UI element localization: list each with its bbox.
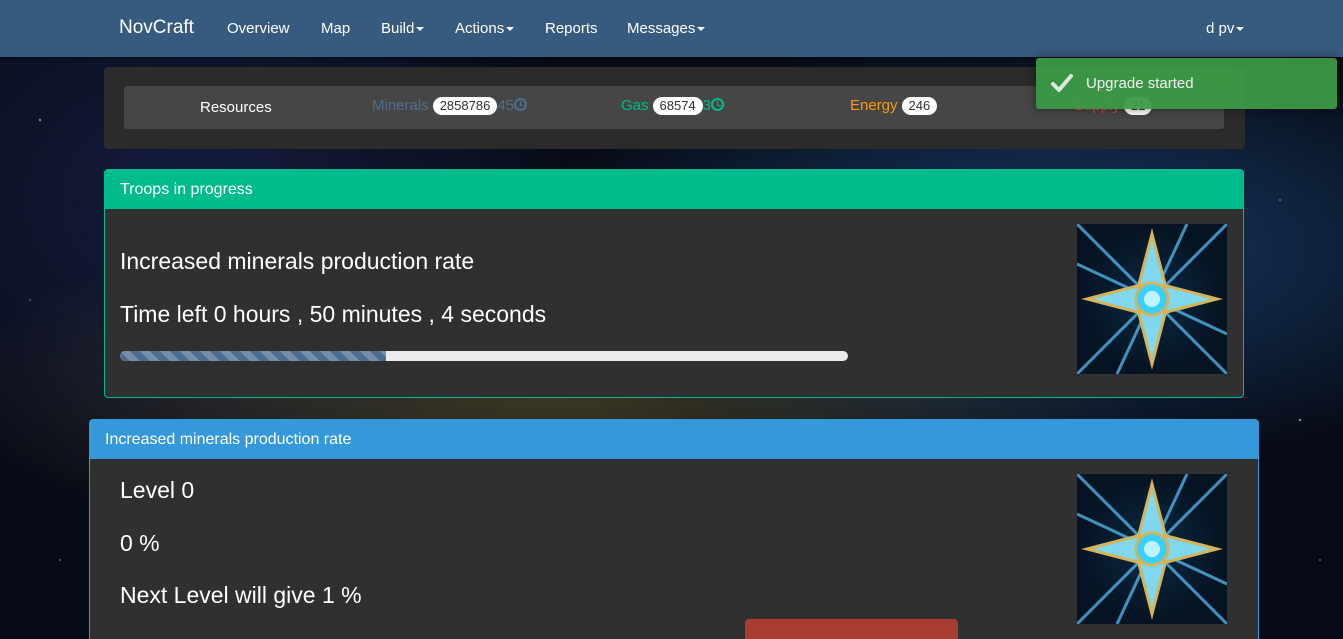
brand-logo[interactable]: NovCraft bbox=[119, 17, 194, 39]
troops-item-title: Increased minerals production rate bbox=[120, 248, 475, 274]
gas-resource: Gas 68574 3 bbox=[621, 97, 725, 115]
gas-badge: 68574 bbox=[652, 97, 703, 115]
clock-icon bbox=[711, 98, 725, 111]
clock-icon bbox=[514, 98, 527, 111]
mineral-upgrade-icon bbox=[1077, 224, 1227, 374]
nav-overview[interactable]: Overview bbox=[227, 20, 290, 37]
caret-down-icon bbox=[416, 27, 425, 32]
next-level-text: Next Level will give 1 % bbox=[120, 582, 362, 608]
upgrade-button[interactable] bbox=[745, 619, 958, 639]
progress-bar-fill bbox=[120, 351, 386, 361]
minerals-rate: 45 bbox=[497, 97, 514, 114]
upgrade-progress-bar bbox=[120, 351, 848, 361]
resources-title: Resources bbox=[200, 99, 272, 116]
toast-message: Upgrade started bbox=[1086, 75, 1194, 92]
check-icon bbox=[1051, 74, 1073, 92]
nav-reports[interactable]: Reports bbox=[545, 20, 598, 37]
time-left-text: Time left 0 hours , 50 minutes , 4 secon… bbox=[120, 301, 547, 327]
energy-resource: Energy 246 bbox=[850, 97, 938, 115]
troops-panel: Troops in progress bbox=[104, 169, 1244, 398]
nav-actions-label: Actions bbox=[455, 20, 505, 37]
nav-build-label: Build bbox=[381, 20, 415, 37]
top-navbar: NovCraft Overview Map Build Actions Repo… bbox=[0, 0, 1343, 57]
energy-badge: 246 bbox=[901, 97, 938, 115]
user-menu[interactable]: d pv bbox=[1206, 20, 1245, 37]
nav-map[interactable]: Map bbox=[321, 20, 350, 37]
toast-notification[interactable]: Upgrade started bbox=[1036, 58, 1337, 109]
mineral-upgrade-icon bbox=[1077, 474, 1227, 624]
troops-panel-heading: Troops in progress bbox=[105, 170, 1243, 209]
caret-down-icon bbox=[1236, 27, 1245, 32]
energy-label: Energy bbox=[850, 97, 898, 114]
minerals-resource: Minerals 2858786 45 bbox=[372, 97, 527, 115]
minerals-badge: 2858786 bbox=[432, 97, 498, 115]
upgrade-percent: 0 % bbox=[120, 530, 160, 556]
minerals-label: Minerals bbox=[372, 97, 429, 114]
nav-actions[interactable]: Actions bbox=[455, 20, 515, 37]
gas-label: Gas bbox=[621, 97, 649, 114]
upgrade-level: Level 0 bbox=[120, 477, 195, 503]
upgrade-panel-heading: Increased minerals production rate bbox=[90, 420, 1258, 459]
gas-rate: 3 bbox=[702, 97, 712, 114]
caret-down-icon bbox=[697, 27, 706, 32]
nav-messages-label: Messages bbox=[627, 20, 696, 37]
nav-build[interactable]: Build bbox=[381, 20, 425, 37]
caret-down-icon bbox=[506, 27, 515, 32]
user-name: d pv bbox=[1206, 20, 1235, 37]
nav-messages[interactable]: Messages bbox=[627, 20, 706, 37]
